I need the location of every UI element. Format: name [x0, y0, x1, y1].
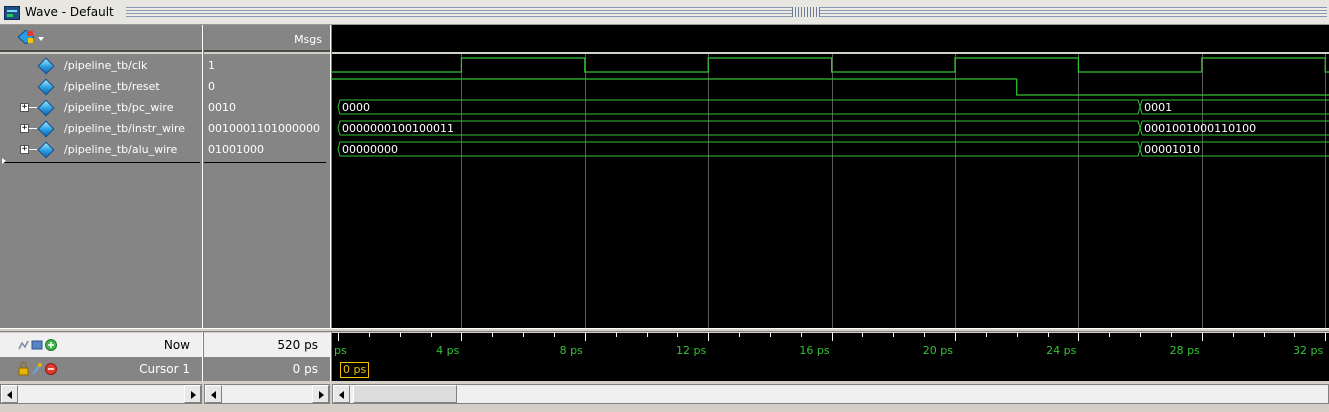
tree-connector: [29, 128, 37, 129]
time-ruler[interactable]: ps 4 ps 8 ps 12 ps 16 ps 20 ps 24 ps 28 ps 32 ps…: [332, 333, 1329, 357]
now-label: Now: [163, 338, 190, 352]
tree-connector: [29, 107, 37, 108]
expand-plus-icon[interactable]: +: [20, 124, 29, 133]
instr-wire-bus-value: 0000000100100011: [342, 122, 454, 135]
value-alu-wire: 01001000: [208, 143, 264, 156]
cursor-value: 0 ps: [292, 362, 318, 376]
signal-name: /pipeline_tb/alu_wire: [64, 143, 178, 156]
status-bar: [0, 405, 1329, 412]
waveform-scrollbar[interactable]: [332, 384, 1329, 404]
ruler-tick-label: ps: [334, 344, 347, 357]
now-value: 520 ps: [277, 338, 318, 352]
alu-wire-bus-value: 00000000: [342, 143, 398, 156]
value-pane-scrollbar[interactable]: [204, 384, 330, 404]
ruler-tick-label: 12 ps: [676, 344, 706, 357]
blue-diamond-icon: [37, 120, 55, 138]
blue-diamond-icon: [37, 141, 55, 159]
reset-waveform: [332, 78, 1329, 96]
expand-plus-icon[interactable]: +: [20, 103, 29, 112]
instr-wire-bus-segment: [337, 120, 1141, 136]
scroll-thumb[interactable]: [353, 385, 457, 403]
selection-underline: [4, 162, 200, 163]
blue-diamond-icon: [37, 78, 55, 96]
now-toolbar-icons[interactable]: [18, 338, 62, 352]
msgs-header: Msgs: [204, 25, 330, 52]
alu-wire-bus-segment: [337, 141, 1141, 157]
name-pane-scrollbar[interactable]: [0, 384, 202, 404]
signal-row-reset[interactable]: /pipeline_tb/reset: [0, 78, 202, 98]
window-title: Wave - Default: [25, 5, 114, 19]
scroll-left-icon[interactable]: [205, 385, 222, 403]
ruler-tick-label: 24 ps: [1046, 344, 1076, 357]
cursor-lock-add-remove-icons[interactable]: [18, 362, 62, 376]
blue-diamond-icon: [37, 57, 55, 75]
value-reset: 0: [208, 80, 215, 93]
pane-splitter[interactable]: [0, 328, 1329, 332]
waveform-pane[interactable]: 0000000100100000000100100011000100100011…: [332, 54, 1329, 328]
waveform-canvas[interactable]: 0000000100100000000100100011000100100011…: [332, 54, 1329, 328]
scroll-right-icon[interactable]: [312, 385, 329, 403]
signal-name-pane[interactable]: /pipeline_tb/clk /pipeline_tb/reset + /p…: [0, 54, 202, 328]
cursor-marker[interactable]: 0 ps: [340, 362, 370, 378]
expand-plus-icon[interactable]: +: [20, 145, 29, 154]
selection-underline: [204, 162, 326, 163]
ruler-tick-label: 16 ps: [799, 344, 829, 357]
ruler-tick-label: 20 ps: [923, 344, 953, 357]
ruler-tick-label: 28 ps: [1170, 344, 1200, 357]
alu-wire-bus-value: 00001010: [1144, 143, 1200, 156]
wave-tool-icon[interactable]: [18, 30, 34, 44]
scroll-right-icon[interactable]: [184, 385, 201, 403]
msgs-column-label: Msgs: [294, 33, 322, 46]
waveform-header: [332, 25, 1329, 52]
window-titlebar[interactable]: Wave - Default: [0, 0, 1329, 25]
signal-name: /pipeline_tb/instr_wire: [64, 122, 186, 135]
signal-row-instr-wire[interactable]: + /pipeline_tb/instr_wire: [0, 120, 202, 140]
value-clk: 1: [208, 59, 215, 72]
scroll-left-icon[interactable]: [333, 385, 350, 403]
signal-name: /pipeline_tb/pc_wire: [64, 101, 174, 114]
signal-name-header: [0, 25, 202, 52]
waveform-window-icon: [4, 6, 20, 20]
cursor-row-label: Cursor 1: [0, 357, 202, 381]
signal-row-clk[interactable]: /pipeline_tb/clk: [0, 57, 202, 77]
cursor-pane[interactable]: 0 ps: [332, 357, 1329, 381]
value-pc-wire: 0010: [208, 101, 236, 114]
signal-row-alu-wire[interactable]: + /pipeline_tb/alu_wire: [0, 141, 202, 161]
now-value-cell: 520 ps: [204, 333, 330, 357]
ruler-tick-label: 32 ps: [1293, 344, 1323, 357]
signal-name: /pipeline_tb/clk: [64, 59, 148, 72]
title-grip[interactable]: [126, 7, 1327, 17]
ruler-tick-label: 8 ps: [560, 344, 583, 357]
signal-value-pane[interactable]: 1 0 0010 0010001101000000 01001000: [204, 54, 330, 328]
instr-wire-bus-value: 0001001000110100: [1144, 122, 1256, 135]
now-row-label: Now: [0, 333, 202, 357]
ruler-tick-label: 4 ps: [436, 344, 459, 357]
insert-marker-icon: [2, 158, 6, 164]
clk-waveform: [332, 57, 1329, 73]
tree-connector: [29, 149, 37, 150]
value-instr-wire: 0010001101000000: [208, 122, 320, 135]
pc-wire-bus-segment: [337, 99, 1141, 115]
pc-wire-bus-value: 0001: [1144, 101, 1172, 114]
chevron-down-icon[interactable]: [38, 37, 44, 41]
pc-wire-bus-value: 0000: [342, 101, 370, 114]
cursor-value-cell: 0 ps: [204, 357, 330, 381]
signal-name: /pipeline_tb/reset: [64, 80, 160, 93]
blue-diamond-icon: [37, 99, 55, 117]
scroll-left-icon[interactable]: [1, 385, 18, 403]
cursor-label: Cursor 1: [139, 362, 190, 376]
time-ruler-canvas[interactable]: ps 4 ps 8 ps 12 ps 16 ps 20 ps 24 ps 28 ps 32 ps…: [332, 333, 1329, 357]
signal-row-pc-wire[interactable]: + /pipeline_tb/pc_wire: [0, 99, 202, 119]
grip-handle[interactable]: [792, 7, 820, 17]
